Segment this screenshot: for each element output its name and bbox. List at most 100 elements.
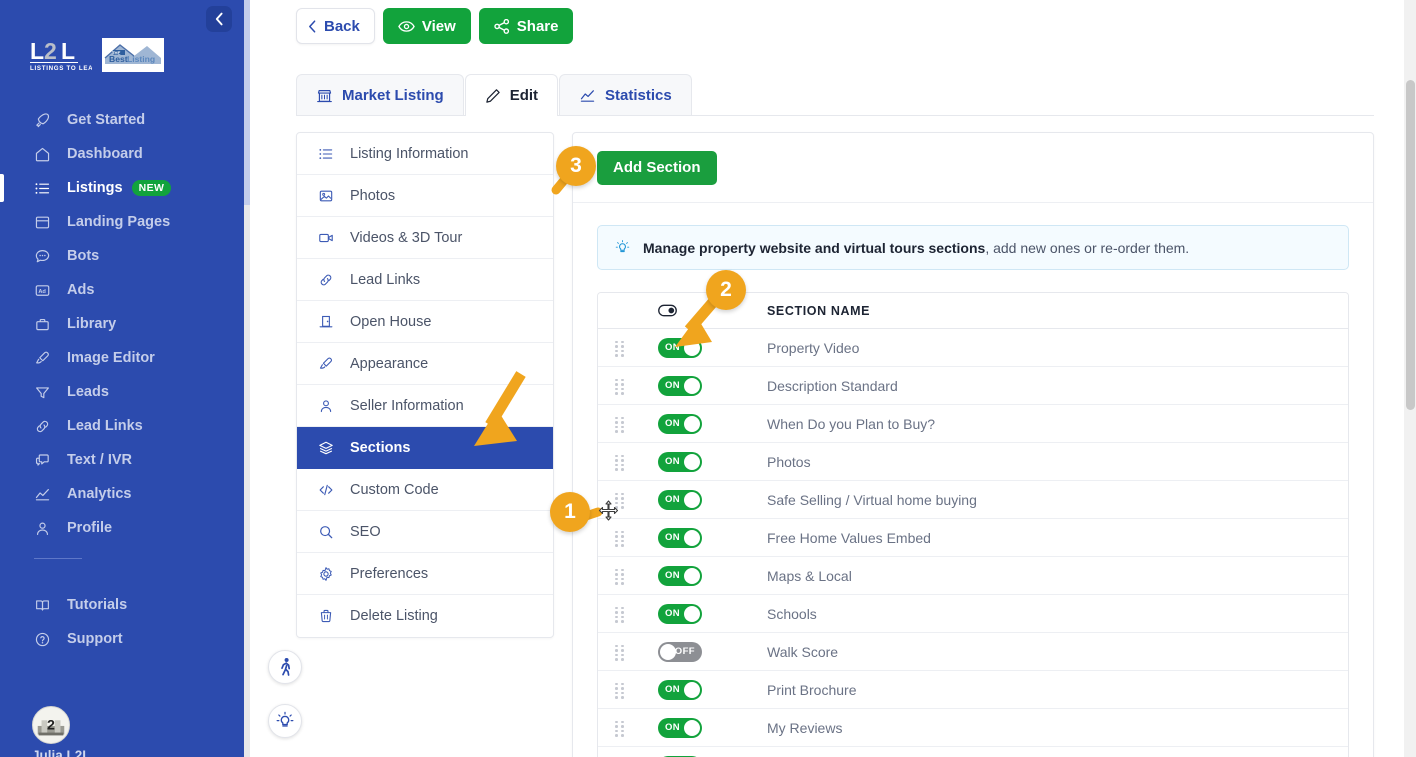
sidebar-item-ads[interactable]: Ad Ads [0,273,244,307]
section-name: Property Video [767,339,860,356]
sections-table: SECTION NAME ON Property Video ON Descripti… [597,292,1349,757]
sidebar-item-leads[interactable]: Leads [0,375,244,409]
sidebar-item-label: Leads [67,384,109,400]
person-icon [34,519,56,537]
section-visibility-toggle[interactable]: ON [658,337,702,358]
sidebar-item-get-started[interactable]: Get Started [0,103,244,137]
drag-handle-icon[interactable] [598,682,642,699]
back-button[interactable]: Back [296,8,375,44]
drag-handle-icon[interactable] [598,606,642,623]
tab-statistics[interactable]: Statistics [559,74,692,116]
drag-handle-icon[interactable] [598,568,642,585]
section-visibility-toggle-cell: ON [642,679,767,700]
subnav-item-seo[interactable]: SEO [297,511,553,553]
sidebar-item-label: Image Editor [67,350,155,366]
table-row[interactable]: OFF Walk Score [598,633,1348,671]
section-visibility-toggle[interactable]: ON [658,451,702,472]
svg-text:Ad: Ad [38,288,46,294]
subnav-item-custom-code[interactable]: Custom Code [297,469,553,511]
drag-handle-icon[interactable] [598,644,642,661]
table-row[interactable]: ON Property Video [598,329,1348,367]
drag-handle-icon[interactable] [598,454,642,471]
tab-edit[interactable]: Edit [464,74,559,117]
section-visibility-toggle-cell: ON [642,375,767,396]
subnav-label: Videos & 3D Tour [350,229,463,246]
toggle-knob [684,719,700,736]
toggle-knob [684,567,700,584]
subnav-item-delete-listing[interactable]: Delete Listing [297,595,553,637]
sidebar-item-dashboard[interactable]: Dashboard [0,137,244,171]
table-row[interactable]: ON Photos [598,443,1348,481]
card-header: Add Section [573,133,1373,203]
drag-handle-icon[interactable] [598,378,642,395]
sidebar-item-landing-pages[interactable]: Landing Pages [0,205,244,239]
table-row[interactable]: ON Free Home Values Embed [598,519,1348,557]
section-visibility-toggle[interactable]: ON [658,527,702,548]
subnav-item-appearance[interactable]: Appearance [297,343,553,385]
sidebar-item-label: Landing Pages [67,214,171,230]
table-row[interactable]: ON Maps & Local [598,557,1348,595]
section-visibility-toggle-cell: OFF [642,641,767,662]
section-visibility-toggle[interactable]: ON [658,489,702,510]
table-row[interactable]: ON When Do you Plan to Buy? [598,405,1348,443]
section-visibility-toggle[interactable]: ON [658,413,702,434]
table-row[interactable]: ONView More Listings [598,747,1348,757]
table-row[interactable]: ON Schools [598,595,1348,633]
subnav-item-videos-3d-tour[interactable]: Videos & 3D Tour [297,217,553,259]
tab-market-listing[interactable]: Market Listing [296,74,464,116]
active-indicator [0,174,4,202]
sidebar-item-bots[interactable]: Bots [0,239,244,273]
section-visibility-toggle[interactable]: OFF [658,641,702,662]
view-label: View [421,17,456,35]
section-visibility-toggle[interactable]: ON [658,717,702,738]
toggle-knob [684,491,700,508]
sidebar-user-block[interactable]: 2 Julia L2L [0,706,244,757]
list-icon [34,179,56,197]
callout-badge-3: 3 [556,146,596,186]
table-row[interactable]: ON Safe Selling / Virtual home buying [598,481,1348,519]
sidebar-item-listings[interactable]: Listings NEW [0,171,244,205]
drag-handle-icon[interactable] [598,340,642,357]
sidebar-item-analytics[interactable]: Analytics [0,477,244,511]
subnav-item-lead-links[interactable]: Lead Links [297,259,553,301]
section-visibility-toggle[interactable]: ON [658,375,702,396]
sidebar-item-text-ivr[interactable]: Text / IVR [0,443,244,477]
subnav-item-preferences[interactable]: Preferences [297,553,553,595]
sidebar-item-lead-links[interactable]: Lead Links [0,409,244,443]
sidebar-collapse-button[interactable] [206,6,232,32]
sidebar-item-label: Ads [67,282,95,298]
subnav-item-open-house[interactable]: Open House [297,301,553,343]
sidebar-item-profile[interactable]: Profile [0,511,244,545]
drag-handle-icon[interactable] [598,530,642,547]
drag-handle-icon[interactable] [598,416,642,433]
table-row[interactable]: ON Description Standard [598,367,1348,405]
view-button[interactable]: View [382,8,471,44]
sidebar-item-library[interactable]: Library [0,307,244,341]
listing-toolbar: Back View Share [296,8,574,44]
sidebar-item-support[interactable]: Support [0,622,244,656]
sidebar-item-tutorials[interactable]: Tutorials [0,588,244,622]
share-button[interactable]: Share [478,8,574,44]
pencil-icon [485,88,500,103]
subnav-item-sections[interactable]: Sections [297,427,553,469]
subnav-item-photos[interactable]: Photos [297,175,553,217]
drag-handle-icon[interactable] [598,720,642,737]
add-section-button[interactable]: Add Section [597,150,717,185]
subnav-item-listing-information[interactable]: Listing Information [297,133,553,175]
sidebar-item-label: Analytics [67,486,132,502]
main-content: Back View Share Market Listing Edit Stat… [250,0,1416,757]
section-visibility-toggle[interactable]: ON [658,603,702,624]
section-visibility-toggle-cell: ON [642,337,767,358]
toggle-knob [684,415,700,432]
open-door-icon [316,313,336,331]
main-scrollbar-thumb[interactable] [1406,80,1415,410]
table-row[interactable]: ON My Reviews [598,709,1348,747]
tips-fab[interactable] [268,704,302,738]
section-visibility-toggle[interactable]: ON [658,679,702,700]
toggle-state-label: ON [665,608,681,619]
section-visibility-toggle[interactable]: ON [658,565,702,586]
subnav-item-seller-information[interactable]: Seller Information [297,385,553,427]
table-row[interactable]: ON Print Brochure [598,671,1348,709]
walkthrough-fab[interactable] [268,650,302,684]
sidebar-item-image-editor[interactable]: Image Editor [0,341,244,375]
